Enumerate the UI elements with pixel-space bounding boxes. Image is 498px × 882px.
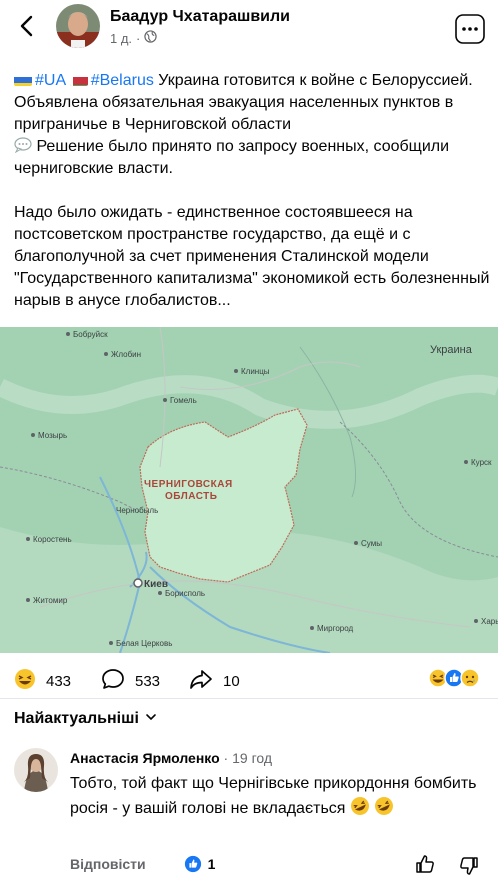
author-name[interactable]: Баадур Чхатарашвили [110,8,290,26]
comment-likes-count: 1 [207,856,216,872]
map-label-kharkov: Харь [481,617,498,626]
like-reaction-icon [184,855,202,873]
reactions-count: 433 [46,672,72,690]
hashtag-ua[interactable]: #UA [35,72,65,89]
reaction-summary[interactable] [428,668,480,692]
post-text-2: Решение было принято по запросу военных,… [14,138,450,177]
speech-bubble-icon [14,137,32,155]
hashtag-belarus[interactable]: #Belarus [91,72,154,89]
belarus-flag-icon [69,74,88,86]
map-label-mirgorod: Миргород [317,624,353,633]
shares-stat[interactable]: 10 [189,668,240,694]
more-options-icon[interactable] [455,14,485,44]
post-paragraph-1: #UA #Belarus Украина готовится к войне с… [14,70,490,136]
map-label-borispol: Борисполь [165,589,205,598]
commenter-avatar[interactable] [14,748,58,792]
share-icon [189,668,213,694]
map-label-zhlobin: Жлобин [111,350,141,359]
commenter-name[interactable]: Анастасія Ярмоленко [70,750,220,766]
divider [0,698,498,699]
rofl-emoji-icon-2 [374,797,394,817]
post-time[interactable]: 1 д. [110,31,132,46]
commenter-name-row: Анастасія Ярмоленко · 19 год [70,750,273,766]
map-region-label-1: ЧЕРНИГОВСКАЯ [144,479,233,490]
comment-text: Тобто, той факт що Чернігівське прикордо… [70,775,477,817]
map-label-zhitomir: Житомир [33,596,68,605]
comment-sort-dropdown[interactable]: Найактуальніші [14,710,157,728]
author-avatar[interactable] [56,4,100,48]
chevron-down-icon [145,710,157,728]
sad-summary-icon [460,668,480,692]
post-paragraph-2: Решение было принято по запросу военных,… [14,136,490,180]
comments-stat[interactable]: 533 [101,668,160,694]
map-image[interactable]: Бобруйск Украина Жлобин Клинцы Гомель Мо… [0,326,498,654]
comment-time[interactable]: 19 год [232,750,272,766]
map-label-gomel: Гомель [170,396,197,405]
comment-text-block: Тобто, той факт що Чернігівське прикордо… [70,772,488,821]
map-label-ukraina: Украина [430,344,473,356]
map-label-bobruysk: Бобруйск [73,330,108,339]
post-paragraph-3: Надо было ожидать - единственное состояв… [14,204,490,309]
comment-icon [101,668,125,694]
post-body: #UA #Belarus Украина готовится к войне с… [14,70,490,312]
map-label-sumy: Сумы [361,539,382,548]
reactions-stat[interactable]: 433 [14,668,71,694]
sort-label: Найактуальніші [14,710,139,727]
map-region-label-2: ОБЛАСТЬ [165,491,217,502]
map-label-chernobyl: Чернобыль [116,506,158,515]
like-comment-button[interactable] [414,853,436,880]
map-label-kursk: Курск [471,458,492,467]
map-label-mozyr: Мозырь [38,431,67,440]
post-meta: 1 д. · [110,30,158,46]
post-header: Баадур Чхатарашвили 1 д. · [0,0,498,62]
shares-count: 10 [223,672,240,690]
map-label-klintsy: Клинцы [241,367,270,376]
ukraine-flag-icon [14,74,32,86]
comments-count: 533 [135,672,161,690]
map-label-korosten: Коростень [33,535,72,544]
comment-actions: Відповісти 1 [70,855,215,873]
back-arrow-icon[interactable] [14,12,42,40]
haha-reaction-icon [14,668,36,694]
post-stats-bar: 433 533 10 [0,658,498,698]
globe-icon [144,30,158,46]
map-label-belaya-tserkov: Белая Церковь [116,639,172,648]
dislike-comment-button[interactable] [458,855,480,882]
reply-button[interactable]: Відповісти [70,856,146,872]
rofl-emoji-icon [350,797,370,817]
meta-separator: · [136,30,141,46]
